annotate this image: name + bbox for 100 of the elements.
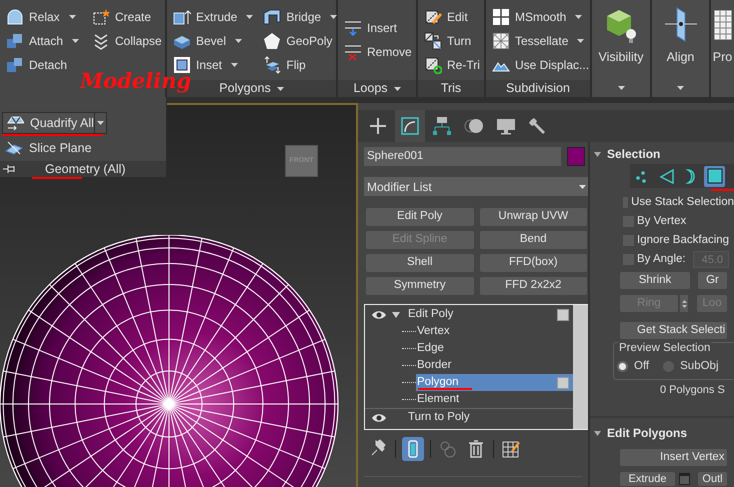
modifier-stack-list[interactable]: Edit Poly Vertex Edge Border Polygon Element Turn to Poly <box>364 304 589 430</box>
flip-icon <box>263 56 282 74</box>
square-spark-icon <box>92 8 110 26</box>
stack-sub-object[interactable]: Vertex <box>416 323 573 340</box>
ribbon-tool-button[interactable]: Tessellate <box>490 29 592 53</box>
grid-icon <box>492 8 510 26</box>
stack-sub-object[interactable]: Polygon <box>416 374 573 391</box>
ribbon-group-label[interactable]: Tris <box>418 80 484 97</box>
stack-item[interactable]: Turn to Poly <box>407 408 471 426</box>
ribbon-group-label[interactable]: Loops <box>338 80 416 97</box>
dropdown-arrow-button[interactable] <box>95 112 107 134</box>
quadrify-icon <box>6 114 24 132</box>
rollout-triangle-icon <box>594 152 601 156</box>
outline-button[interactable]: Outl <box>698 472 727 486</box>
ribbon-group-label[interactable]: Subdivision <box>486 80 590 97</box>
modify-icon <box>400 116 420 136</box>
flyout-tool-button[interactable]: Slice Plane <box>2 137 98 159</box>
ribbon-tool-button[interactable]: Attach <box>4 29 84 53</box>
radio-button[interactable] <box>617 361 628 372</box>
checkbox-label: By Angle: <box>637 252 686 267</box>
caret-icon <box>677 86 684 90</box>
extrude-button[interactable]: Extrude <box>620 472 675 486</box>
pentagon-icon <box>263 32 282 50</box>
slice-plane-icon <box>5 139 23 157</box>
insert-vertex-button[interactable]: Insert Vertex <box>620 449 727 466</box>
chevrons-icon <box>92 32 110 50</box>
ribbon-tool-button[interactable]: GeoPoly <box>261 29 340 53</box>
configure-grid-icon <box>501 439 521 459</box>
toggle-square-icon <box>557 308 569 320</box>
hierarchy-icon <box>432 116 452 136</box>
ribbon-tool-button[interactable]: Collapse <box>90 29 164 53</box>
radio-option[interactable]: SubObj <box>663 358 718 376</box>
ribbon-large-button[interactable]: Pro <box>711 0 734 97</box>
stack-item[interactable]: Edit Poly <box>407 306 454 324</box>
flyout-tool-button[interactable]: Quadrify All <box>2 112 95 134</box>
cubes-icon <box>6 32 24 50</box>
ribbon-large-button[interactable]: Visibility <box>592 0 650 97</box>
caret-icon <box>276 86 284 90</box>
stack-tool-button[interactable] <box>402 437 424 461</box>
monitor-icon <box>496 116 516 136</box>
caret-icon <box>235 39 242 43</box>
stack-sub-object[interactable]: Border <box>416 357 573 374</box>
remove-lines-icon <box>344 43 362 61</box>
modifier-button[interactable]: Symmetry <box>366 277 474 295</box>
command-tab[interactable] <box>395 110 425 142</box>
modifier-button[interactable]: FFD(box) <box>480 254 587 272</box>
rollout-header[interactable]: Selection <box>590 145 734 163</box>
cube-arrow-icon <box>173 8 191 26</box>
rollout-triangle-icon <box>594 430 601 436</box>
ribbon-tool-button[interactable]: Use Displac... <box>490 53 592 77</box>
caret-icon <box>618 86 624 90</box>
modifier-list-dropdown[interactable]: Modifier List <box>364 177 589 196</box>
plus-icon <box>368 116 388 136</box>
ribbon-tool-button[interactable]: Create <box>90 5 164 29</box>
trash-icon <box>466 439 486 459</box>
spinner[interactable] <box>680 295 688 312</box>
ribbon-tool-button[interactable]: Edit <box>422 5 482 29</box>
ribbon-tool-button[interactable]: Turn <box>422 29 482 53</box>
ribbon-tool-button[interactable]: Remove <box>342 40 414 64</box>
ribbon-large-button[interactable]: Align <box>652 0 709 97</box>
rollout-button[interactable]: Get Stack Selecti <box>620 322 727 339</box>
scrollbar[interactable] <box>573 305 588 429</box>
checkbox-label: Use Stack Selection <box>631 194 734 210</box>
rollout-button[interactable]: Gr <box>698 272 727 289</box>
pencil-square-icon <box>424 8 442 26</box>
stack-sub-object[interactable]: Edge <box>416 340 573 357</box>
spheres-icon <box>438 439 458 459</box>
rollout-button[interactable]: Shrink <box>620 272 690 289</box>
caret-icon <box>246 15 254 19</box>
object-name-field[interactable]: Sphere001 <box>364 147 562 166</box>
modifier-button[interactable]: Edit Poly <box>366 208 474 226</box>
ribbon-tool-button[interactable]: Bridge <box>261 5 340 29</box>
flyout-title: Geometry (All) <box>45 160 126 178</box>
cubes-icon <box>6 56 24 74</box>
caret-icon <box>579 184 586 188</box>
modifier-button[interactable]: Bend <box>480 231 587 249</box>
ribbon-tool-button[interactable]: MSmooth <box>490 5 592 29</box>
ribbon-tool-button[interactable]: Flip <box>261 53 340 77</box>
rollout-header[interactable]: Edit Polygons <box>590 424 734 442</box>
modifier-button[interactable]: Shell <box>366 254 474 272</box>
caret-icon <box>231 63 238 67</box>
insert-lines-icon <box>344 19 362 37</box>
caret-icon <box>330 15 338 19</box>
caret-icon <box>97 121 104 125</box>
ribbon-tool-button[interactable]: Bevel <box>171 29 256 53</box>
stack-sub-object[interactable]: Element <box>416 391 573 408</box>
ribbon-tool-button[interactable]: Insert <box>342 16 414 40</box>
subobject-button[interactable] <box>704 166 725 186</box>
radio-option[interactable]: Off <box>617 358 650 376</box>
ribbon-tool-button[interactable]: Relax <box>4 5 84 29</box>
modifier-button[interactable]: FFD 2x2x2 <box>480 277 587 295</box>
selection-status: 0 Polygons S <box>659 383 726 398</box>
wrench-icon <box>528 116 548 136</box>
turn-icon <box>424 32 442 50</box>
object-color-swatch[interactable] <box>567 147 585 166</box>
ribbon-tool-button[interactable]: Extrude <box>171 5 256 29</box>
ribbon-tool-button[interactable]: Re-Tri <box>422 53 482 77</box>
modifier-button[interactable]: Unwrap UVW <box>480 208 587 226</box>
mesh-icon <box>492 32 510 50</box>
toggle-square-icon <box>557 376 569 388</box>
